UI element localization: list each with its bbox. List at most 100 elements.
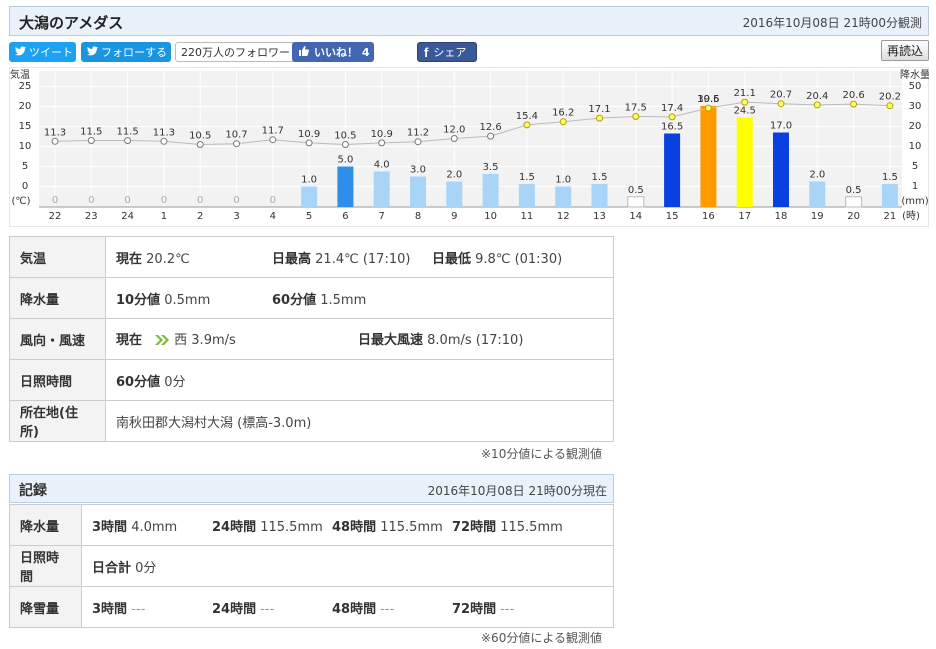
temperature-point bbox=[886, 102, 894, 110]
page-title: 大潟のアメダス bbox=[19, 14, 124, 32]
observed-time: 2016年10月08日 21時00分観測 bbox=[742, 16, 922, 30]
hour-label: 22 bbox=[49, 211, 62, 222]
hour-label: 4 bbox=[270, 211, 276, 222]
temperature-point bbox=[850, 100, 858, 108]
precip-label: 2.0 bbox=[809, 170, 825, 181]
temperature-label: 11.7 bbox=[262, 126, 284, 137]
thumbs-up-icon bbox=[298, 45, 310, 60]
temperature-point bbox=[414, 138, 422, 146]
hour-label: 5 bbox=[306, 211, 312, 222]
records-observed-time: 2016年10月08日 21時00分現在 bbox=[427, 484, 607, 498]
hour-label: 15 bbox=[666, 211, 679, 222]
row-label-wind: 風向・風速 bbox=[9, 318, 106, 360]
table-row: 気温 現在 20.2℃ 日最高 21.4℃ (17:10) 日最低 9.8℃ (01… bbox=[9, 236, 614, 278]
max-wind: 8.0m/s (17:10) bbox=[427, 332, 524, 348]
temperature-point bbox=[269, 136, 277, 144]
right-unit-label: (mm) bbox=[901, 196, 928, 207]
temperature-point bbox=[378, 139, 386, 147]
location-address: 南秋田郡大潟村大潟 (標高-3.0m) bbox=[105, 400, 614, 442]
precip-bar bbox=[410, 176, 426, 207]
precip-label: 0.5 bbox=[846, 185, 862, 196]
hour-label: 1 bbox=[161, 211, 167, 222]
sunshine-60min: 0分 bbox=[164, 374, 186, 390]
like-button[interactable]: いいね！ 4 bbox=[292, 42, 374, 62]
precip-label: 0 bbox=[52, 195, 58, 206]
precip-label: 0 bbox=[233, 195, 239, 206]
hour-label: 24 bbox=[121, 211, 134, 222]
temperature-label: 11.5 bbox=[116, 127, 138, 138]
left-tick-label: 0 bbox=[22, 181, 28, 192]
share-button[interactable]: f シェア bbox=[417, 42, 477, 62]
precip-label: 0 bbox=[88, 195, 94, 206]
right-axis-label: 降水量 bbox=[900, 68, 929, 81]
temperature-label: 10.7 bbox=[225, 130, 247, 141]
current-table: 気温 現在 20.2℃ 日最高 21.4℃ (17:10) 日最低 9.8℃ (01… bbox=[9, 236, 614, 442]
precip-bar bbox=[845, 196, 863, 208]
precip-label: 0 bbox=[161, 195, 167, 206]
right-tick-label: 10 bbox=[909, 141, 922, 152]
precip-label: 4.0 bbox=[374, 160, 390, 171]
temperature-label: 19.6 bbox=[697, 94, 719, 105]
temperature-point bbox=[523, 121, 531, 129]
temperature-label: 17.1 bbox=[588, 104, 610, 115]
table-row: 風向・風速 現在 西 3.9m/s 日最大風速 8.0m/s (17:10) bbox=[9, 318, 614, 360]
hour-label: 12 bbox=[557, 211, 570, 222]
precip-bar bbox=[736, 117, 753, 207]
temperature-label: 12.6 bbox=[479, 122, 501, 133]
amedas-chart: 気温 降水量 25 20 15 10 5 0 50 30 20 10 5 1 (℃) (mm) (時) 22 23 2… bbox=[9, 67, 929, 227]
records-header: 記録 2016年10月08日 21時00分現在 bbox=[9, 474, 614, 503]
precip-label: 1.0 bbox=[301, 175, 317, 186]
hour-label: 16 bbox=[702, 211, 715, 222]
table-row: 降雪量 3時間 --- 24時間 --- 48時間 --- 72時間 --- bbox=[9, 586, 614, 628]
right-tick-label: 5 bbox=[912, 161, 918, 172]
temperature-point bbox=[51, 137, 59, 145]
amedas-chart-svg: 気温 降水量25201510505030201051(℃) (mm)(時)22 23 2… bbox=[9, 67, 929, 227]
temperature-point bbox=[668, 113, 676, 121]
right-tick-label: 50 bbox=[909, 81, 922, 92]
current-wind: 西 3.9m/s bbox=[174, 332, 236, 348]
facebook-icon: f bbox=[424, 44, 429, 60]
hour-label: 21 bbox=[884, 211, 897, 222]
temperature-point bbox=[450, 135, 458, 142]
precip-label: 0 bbox=[124, 195, 130, 206]
twitter-bird-icon bbox=[87, 45, 98, 59]
precip-bar bbox=[518, 184, 535, 207]
table-row: 日照時間 60分値 0分 bbox=[9, 359, 614, 401]
table-row: 所在地(住所) 南秋田郡大潟村大潟 (標高-3.0m) bbox=[9, 400, 614, 442]
wind-direction-icon bbox=[154, 334, 170, 350]
left-tick-label: 20 bbox=[19, 101, 32, 112]
precip-bar bbox=[373, 171, 390, 207]
temperature-point bbox=[813, 101, 821, 109]
precip-bar bbox=[337, 166, 354, 207]
reload-button[interactable]: 再読込 bbox=[880, 40, 929, 61]
records-table: 降水量 3時間 4.0mm 24時間 115.5mm 48時間 115.5mm 72時… bbox=[9, 504, 614, 628]
tweet-button[interactable]: ツイート bbox=[9, 42, 76, 62]
temperature-label: 17.4 bbox=[661, 103, 683, 114]
hour-label: 23 bbox=[85, 211, 98, 222]
temperature-point bbox=[233, 140, 240, 148]
right-tick-label: 30 bbox=[909, 101, 922, 112]
precip-label: 3.0 bbox=[410, 165, 426, 176]
precip-bar bbox=[773, 132, 789, 207]
precip-label: 1.5 bbox=[592, 172, 608, 183]
temperature-label: 17.5 bbox=[625, 103, 647, 114]
follow-button[interactable]: フォローする bbox=[81, 42, 171, 62]
temperature-point bbox=[341, 141, 349, 148]
precip-label: 0 bbox=[270, 195, 276, 206]
hour-label: 6 bbox=[342, 211, 348, 222]
records-title: 記録 bbox=[19, 483, 47, 499]
current-temperature: 20.2℃ bbox=[146, 251, 190, 267]
temperature-point bbox=[596, 114, 603, 122]
temperature-label: 11.2 bbox=[407, 128, 429, 139]
left-tick-label: 25 bbox=[19, 81, 32, 92]
follower-count: 220万人のフォロワー bbox=[175, 42, 296, 62]
title-bar: 大潟のアメダス 2016年10月08日 21時00分観測 bbox=[9, 6, 929, 36]
precip-label: 1.0 bbox=[555, 175, 571, 186]
temperature-label: 10.5 bbox=[189, 131, 211, 142]
precip-label: 5.0 bbox=[337, 155, 353, 166]
hour-label: 14 bbox=[629, 211, 642, 222]
hour-label: 2 bbox=[197, 211, 203, 222]
precip-bar bbox=[881, 184, 898, 207]
table-row: 日照時間 日合計 0分 bbox=[9, 545, 614, 587]
temperature-point bbox=[559, 118, 567, 126]
